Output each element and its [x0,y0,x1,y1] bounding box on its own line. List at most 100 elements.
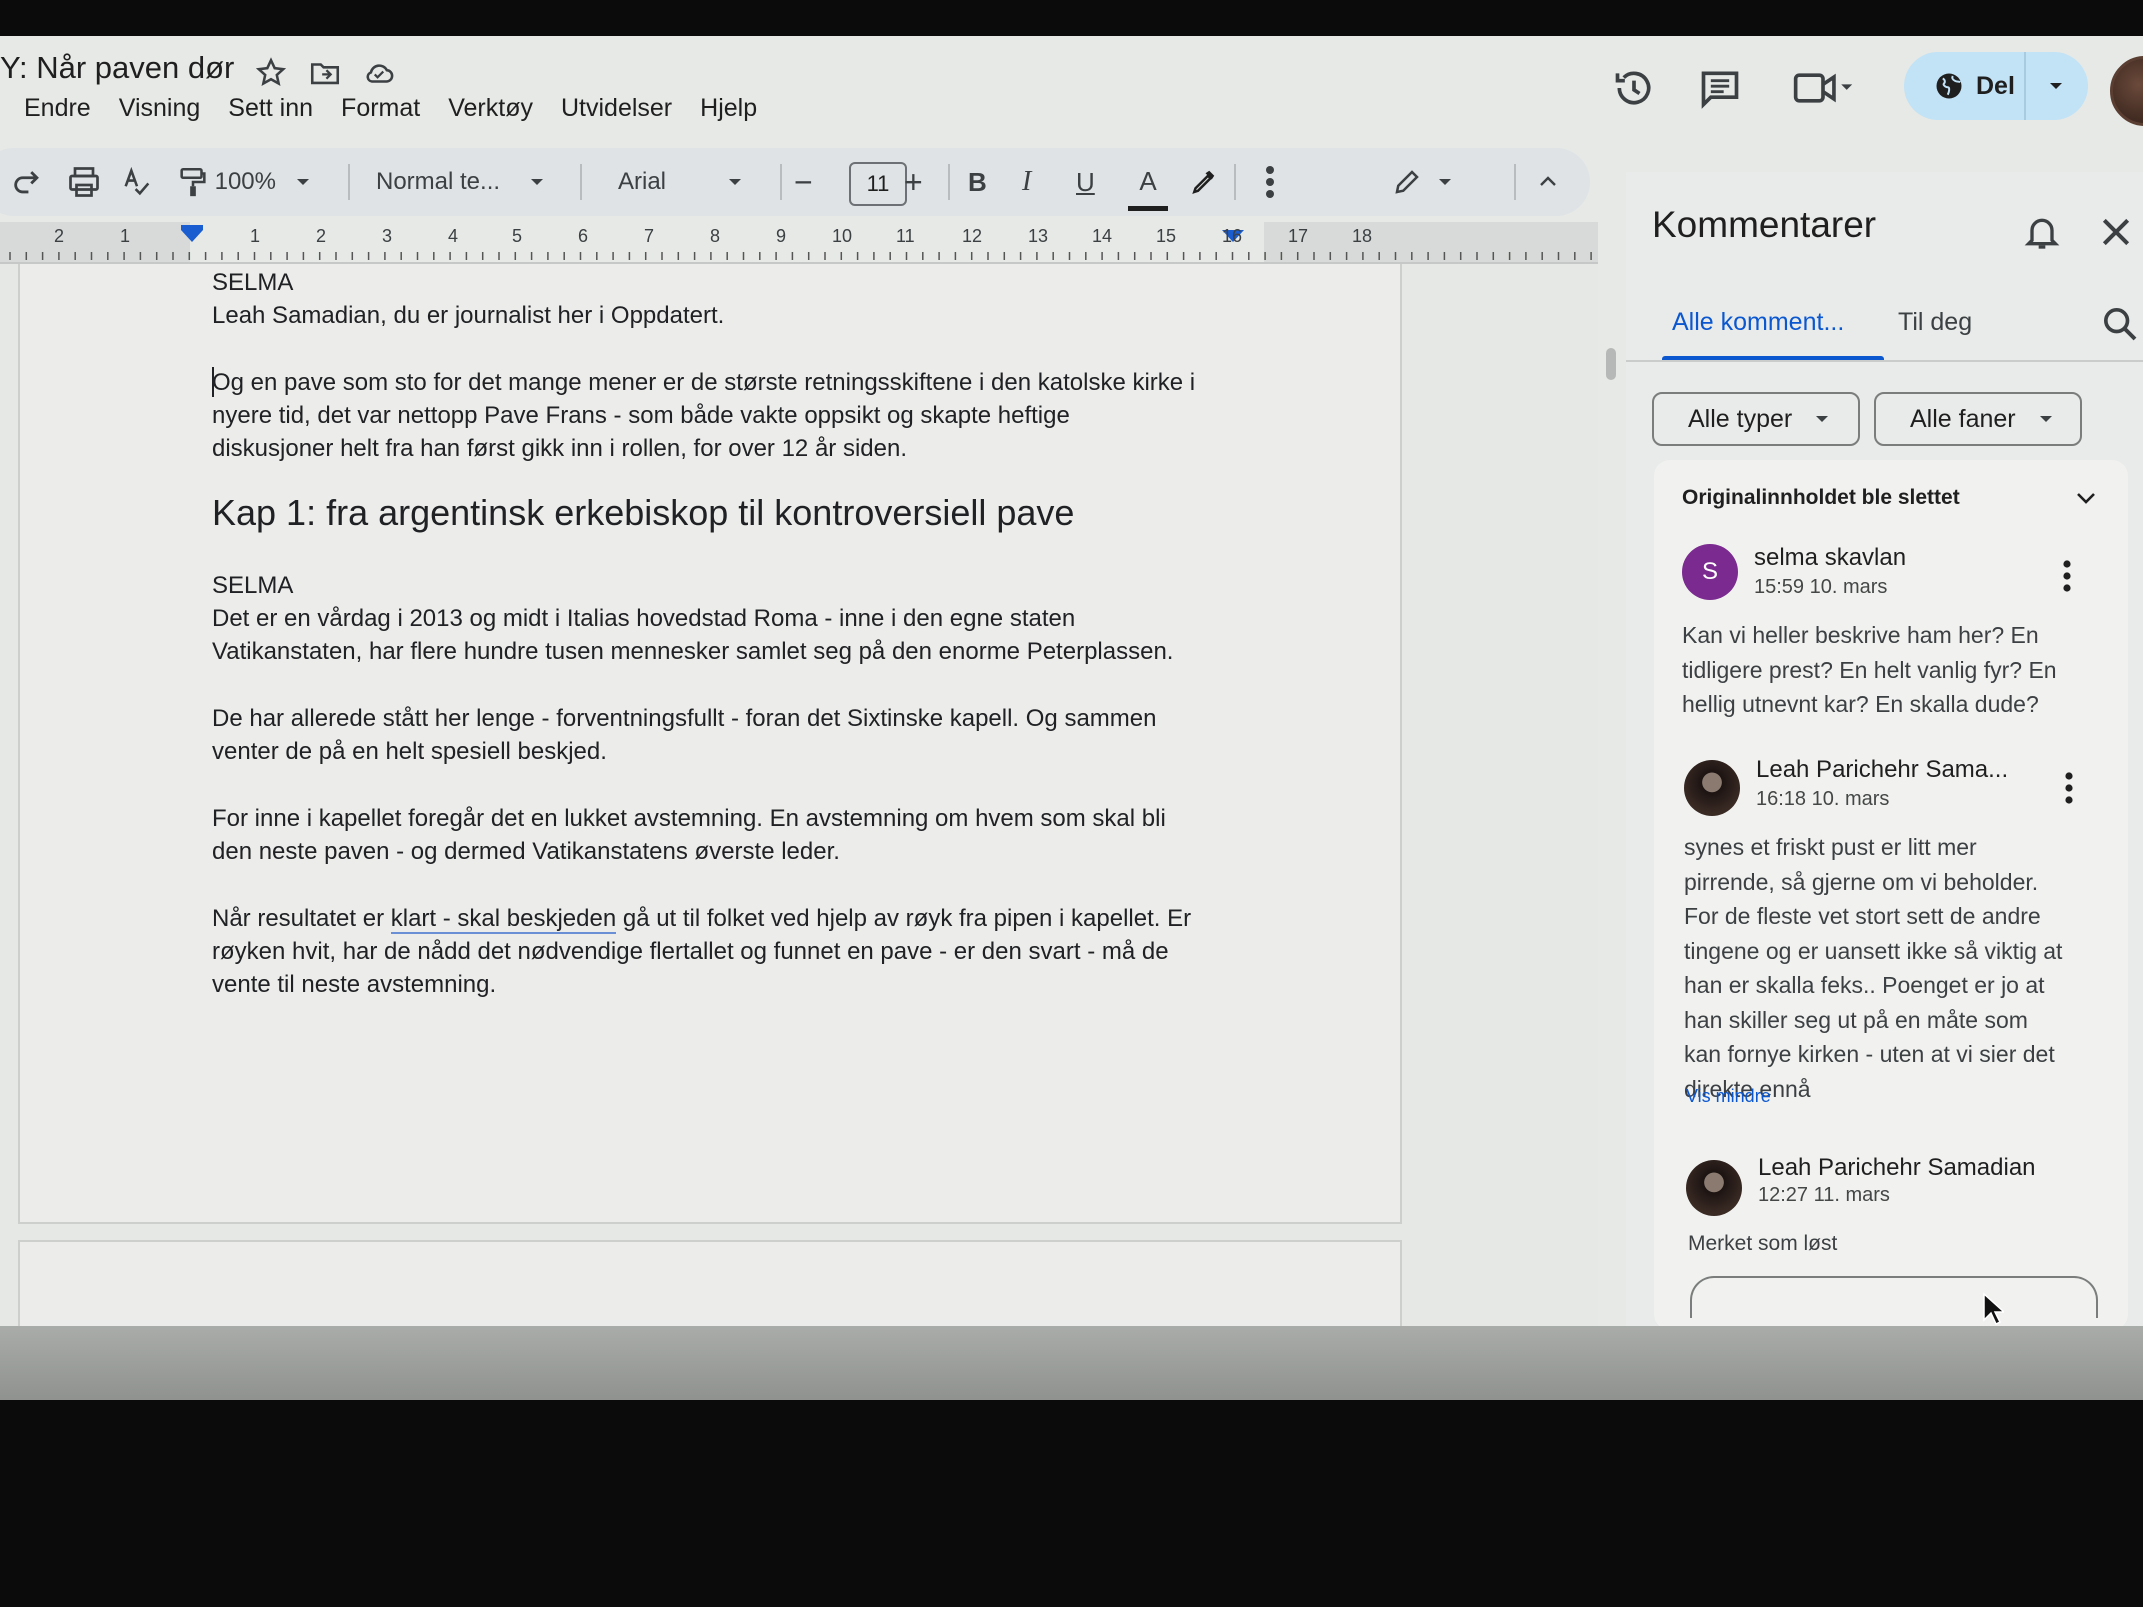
meet-video-icon[interactable] [1792,66,1854,110]
comment-options-icon[interactable] [2064,770,2074,806]
comments-panel-title: Kommentarer [1652,204,1877,245]
paragraph-line: den neste paven - og dermed Vatikanstate… [212,838,840,865]
filter-types-dropdown[interactable]: Alle typer [1652,392,1860,446]
version-history-icon[interactable] [1612,66,1656,110]
share-main-button[interactable]: Del [1904,52,2026,120]
tab-for-you[interactable]: Til deg [1898,308,1972,337]
avatar [1686,1160,1742,1216]
ruler-number: 4 [448,226,459,246]
zoom-select[interactable]: 100% [192,148,312,216]
paragraph-style-select[interactable]: Normal te... [376,148,546,216]
caret-down-icon [2050,83,2062,89]
menu-format[interactable]: Format [341,94,420,134]
decrease-font-size-button[interactable]: − [794,148,813,216]
comment-line: tingene og er uansett ikke så viktig at [1684,937,2063,964]
share-button[interactable]: Del [1904,52,2088,120]
hide-menus-icon[interactable] [1536,148,1560,216]
menu-endre[interactable]: Endre [24,94,91,134]
ruler-number: 15 [1156,226,1177,246]
comment-body: synes et friskt pust er litt mer pirrend… [1684,830,2104,1106]
speaker-label: SELMA [212,572,294,599]
more-options-icon[interactable] [1264,148,1276,216]
menu-verktoy[interactable]: Verktøy [448,94,533,134]
caret-down-icon [531,179,544,185]
document-scrollbar[interactable] [1606,348,1616,380]
editing-mode-select[interactable] [1392,148,1454,216]
close-icon[interactable] [2096,212,2136,252]
document-page-next[interactable] [18,1240,1402,1326]
paragraph-line: For inne i kapellet foregår det en lukke… [212,805,1166,832]
italic-button[interactable]: I [1022,148,1031,216]
text-color-button[interactable]: A [1128,156,1168,211]
increase-font-size-button[interactable]: + [904,148,923,216]
comment-author: Leah Parichehr Sama... [1756,756,2009,783]
formatting-toolbar: 100% Normal te... Arial − 11 + B I U A [0,148,1590,216]
comment-author: Leah Parichehr Samadian [1758,1154,2036,1181]
comment-thread[interactable]: Originalinnholdet ble slettet S selma sk… [1654,460,2128,1326]
paragraph-line: Vatikanstaten, har flere hundre tusen me… [212,638,1174,665]
bold-button[interactable]: B [968,148,987,216]
tab-all-comments[interactable]: Alle komment... [1672,308,1844,337]
filter-tabs-label: Alle faner [1910,404,2016,433]
document-canvas[interactable]: SELMA Leah Samadian, du er journalist he… [0,264,1598,1326]
text-run: Når resultatet er [212,905,391,932]
ruler-number: 7 [644,226,655,246]
ruler-number: 9 [776,226,787,246]
filter-tabs-dropdown[interactable]: Alle faner [1874,392,2082,446]
bell-icon[interactable] [2022,212,2062,252]
ruler-number: 5 [512,226,523,246]
underline-button[interactable]: U [1076,148,1095,216]
search-icon[interactable] [2100,304,2140,344]
ruler-number: 2 [316,226,327,246]
zoom-value: 100% [214,168,276,195]
comment-body: Kan vi heller beskrive ham her? En tidli… [1682,618,2102,722]
comments-panel: Kommentarer Alle komment... Til deg Alle… [1626,172,2143,1326]
redo-icon[interactable] [10,148,44,216]
comment-timestamp: 16:18 10. mars [1756,788,1890,810]
chevron-down-icon[interactable] [2074,488,2098,508]
filter-types-label: Alle typer [1688,404,1793,433]
paragraph-line: nyere tid, det var nettopp Pave Frans - … [212,402,1070,429]
commented-text[interactable]: klart - skal beskjeden [390,905,617,934]
document-page[interactable]: SELMA Leah Samadian, du er journalist he… [18,264,1402,1224]
docs-window: Y: Når paven dør Endre Visning Sett inn … [0,36,2143,1326]
ruler-number: 16 [1222,226,1243,246]
menu-sett-inn[interactable]: Sett inn [228,94,313,134]
cloud-status-icon[interactable] [362,56,396,90]
reply-input[interactable] [1690,1276,2098,1318]
move-folder-icon[interactable] [308,56,342,90]
font-size-input[interactable]: 11 [849,162,907,206]
show-less-link[interactable]: Vis mindre [1686,1086,1771,1107]
highlight-color-icon[interactable] [1188,148,1218,216]
ruler-number: 2 [54,226,65,246]
comment-line: pirrende, så gjerne om vi beholder. [1684,868,2039,895]
ruler-number: 11 [896,226,915,246]
paragraph-line: Og en pave som sto for det mange mener e… [212,369,1196,396]
ruler-number: 3 [382,226,393,246]
menu-visning[interactable]: Visning [119,94,201,134]
paragraph-style-value: Normal te... [376,168,501,195]
menu-hjelp[interactable]: Hjelp [700,94,757,134]
spellcheck-icon[interactable] [120,148,154,216]
ruler-number: 1 [250,226,261,246]
paragraph-line: Det er en vårdag i 2013 og midt i Italia… [212,605,1076,632]
comment-timestamp: 15:59 10. mars [1754,576,1888,598]
account-avatar[interactable] [2110,56,2143,126]
font-select[interactable]: Arial [618,148,744,216]
pencil-icon [1395,170,1419,194]
menu-utvidelser[interactable]: Utvidelser [561,94,672,134]
speaker-label: SELMA [212,269,294,296]
share-options-button[interactable] [2026,79,2086,93]
comment-line: For de fleste vet stort sett de andre [1684,903,2041,929]
comment-options-icon[interactable] [2062,558,2072,594]
star-icon[interactable] [254,56,288,90]
ruler-number: 10 [832,226,853,246]
thread-header: Originalinnholdet ble slettet [1682,486,1960,509]
comment-timestamp: 12:27 11. mars [1758,1184,1890,1206]
print-icon[interactable] [66,148,102,216]
document-title[interactable]: Y: Når paven dør [0,50,234,86]
ruler-number: 6 [578,226,589,246]
comments-icon[interactable] [1698,66,1742,110]
horizontal-ruler[interactable]: 2 1 1 2 3 4 5 6 7 8 9 10 11 12 13 14 15 … [0,222,1598,264]
comment-line: han skiller seg ut på en måte som [1684,1006,2028,1033]
